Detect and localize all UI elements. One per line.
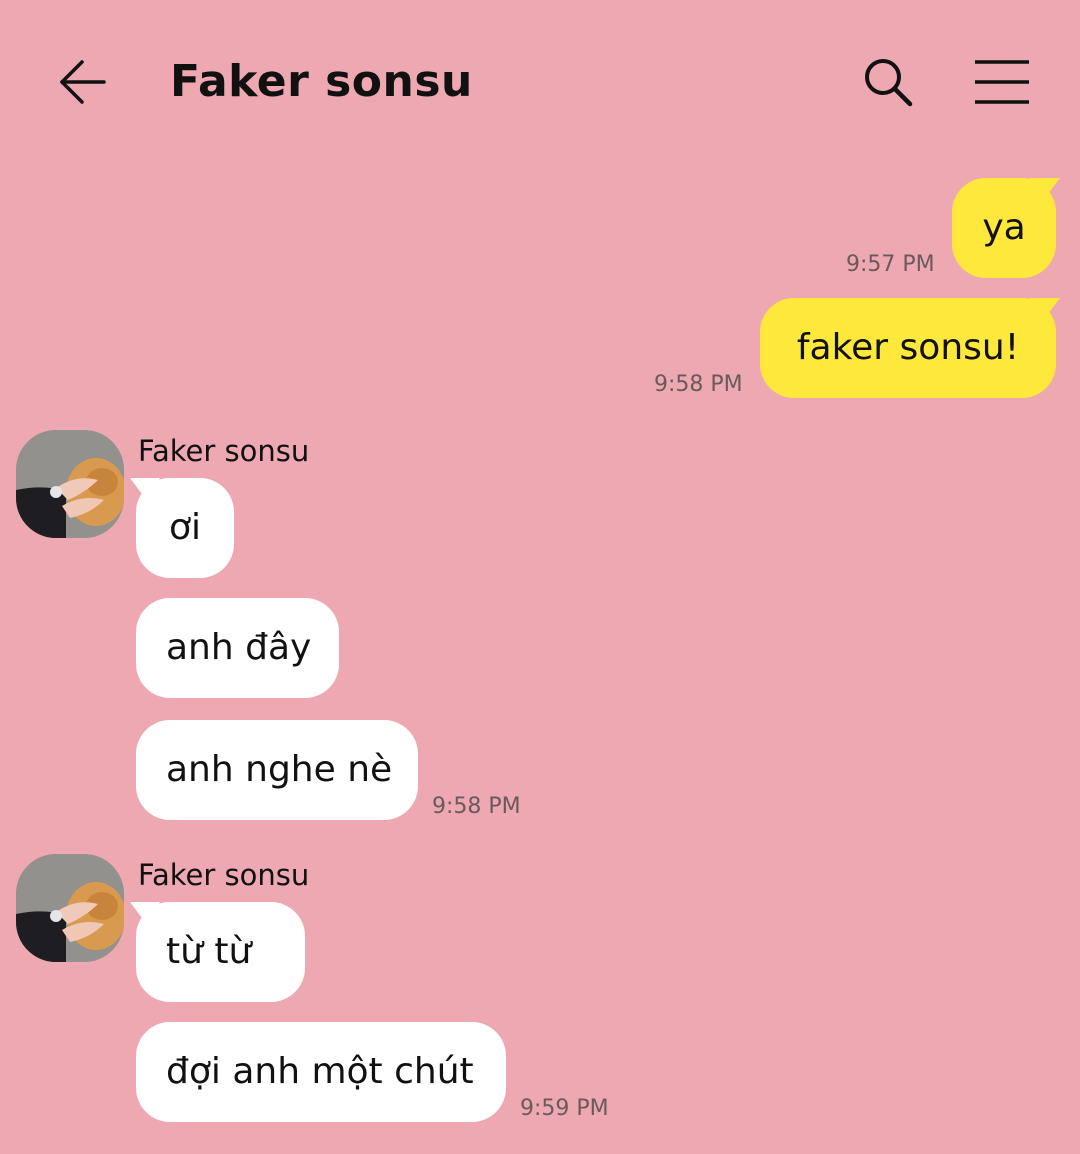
bubble-tail: [1030, 298, 1060, 322]
avatar[interactable]: [16, 854, 124, 962]
sender-name: Faker sonsu: [138, 434, 310, 468]
message-text: ya: [982, 207, 1026, 248]
message-bubble[interactable]: đợi anh một chút: [136, 1022, 506, 1122]
message-text: ơi: [168, 507, 202, 548]
message-bubble[interactable]: ơi: [136, 478, 234, 578]
message-text: anh nghe nè: [166, 749, 393, 790]
avatar-photo: [16, 854, 124, 962]
arrow-left-icon: [60, 60, 106, 104]
message-text: từ từ: [166, 931, 252, 972]
message-bubble[interactable]: anh đây: [136, 598, 339, 698]
message-timestamp: 9:58 PM: [654, 372, 743, 397]
bubble-tail: [1030, 178, 1060, 202]
message-timestamp: 9:57 PM: [846, 252, 935, 277]
hamburger-menu-icon: [975, 60, 1029, 104]
message-timestamp: 9:58 PM: [432, 794, 521, 819]
message-bubble[interactable]: từ từ: [136, 902, 305, 1002]
message-timestamp: 9:59 PM: [520, 1096, 609, 1121]
search-icon: [865, 59, 913, 107]
avatar-photo: [16, 430, 124, 538]
search-button[interactable]: [858, 52, 918, 112]
avatar[interactable]: [16, 430, 124, 538]
message-bubble[interactable]: faker sonsu!: [760, 298, 1056, 398]
sender-name: Faker sonsu: [138, 858, 310, 892]
message-text: faker sonsu!: [796, 327, 1020, 368]
menu-button[interactable]: [970, 52, 1034, 112]
message-text: đợi anh một chút: [166, 1051, 474, 1092]
chat-title: Faker sonsu: [170, 56, 473, 107]
message-bubble[interactable]: anh nghe nè: [136, 720, 418, 820]
chat-header: Faker sonsu: [0, 0, 1080, 160]
message-text: anh đây: [166, 627, 312, 668]
back-button[interactable]: [52, 52, 112, 112]
